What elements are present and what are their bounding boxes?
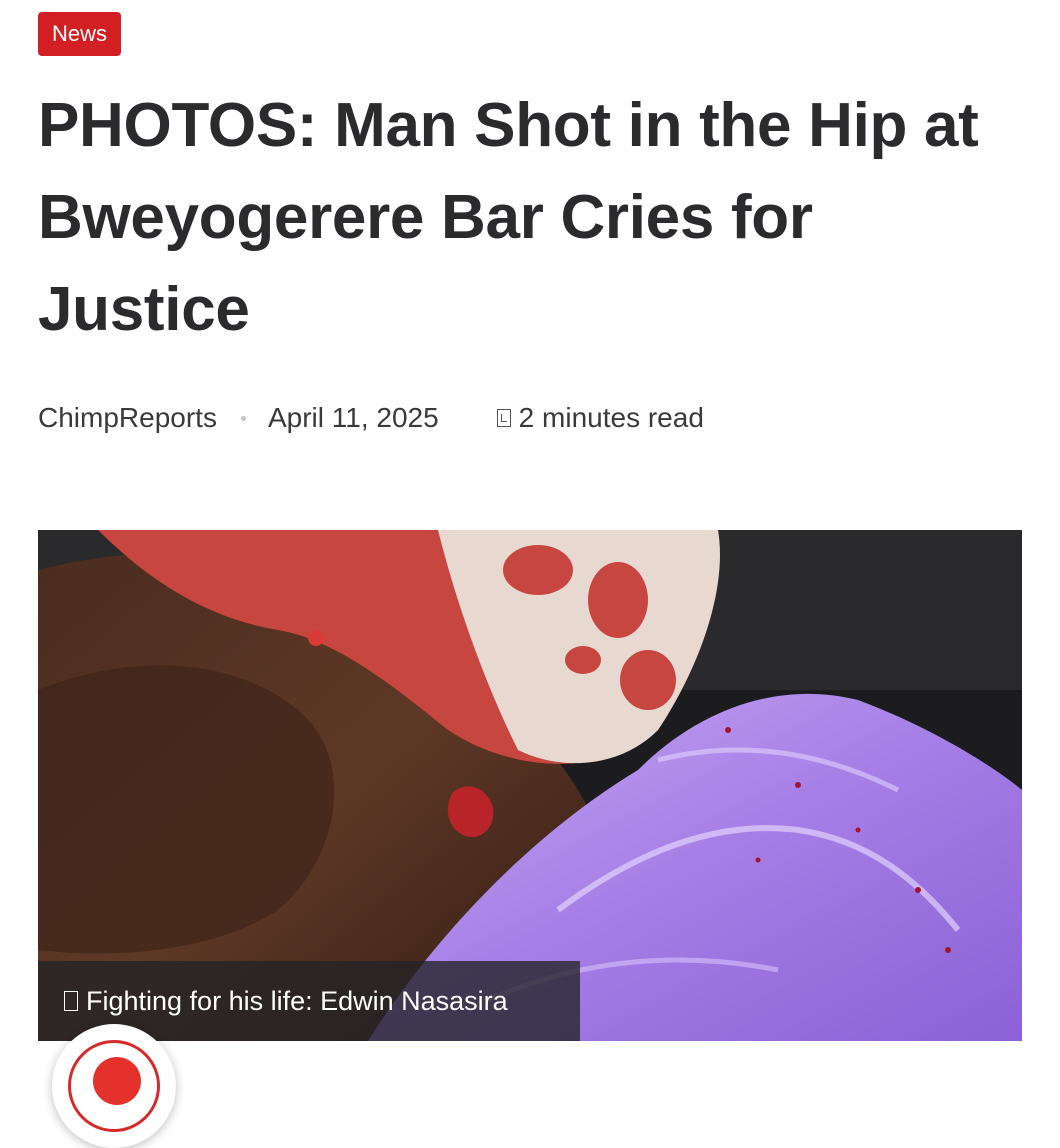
notification-bell-icon xyxy=(68,1040,160,1132)
caption-text: Fighting for his life: Edwin Nasasira xyxy=(86,985,508,1016)
read-time-label: 2 minutes read xyxy=(518,402,704,433)
author-link[interactable]: ChimpReports xyxy=(38,402,217,434)
notification-bell-button[interactable] xyxy=(52,1024,176,1148)
featured-image[interactable]: Fighting for his life: Edwin Nasasira xyxy=(38,530,1022,1041)
clock-icon xyxy=(496,409,511,427)
bell-shape xyxy=(93,1057,141,1105)
separator-dot xyxy=(240,415,246,421)
category-badge-news[interactable]: News xyxy=(38,12,122,56)
article-meta: ChimpReports April 11, 2025 2 minutes re… xyxy=(38,402,704,434)
camera-icon xyxy=(64,991,78,1011)
publish-date: April 11, 2025 xyxy=(267,402,439,433)
article-title: PHOTOS: Man Shot in the Hip at Bweyogere… xyxy=(38,91,979,344)
read-time: 2 minutes read xyxy=(496,402,704,434)
